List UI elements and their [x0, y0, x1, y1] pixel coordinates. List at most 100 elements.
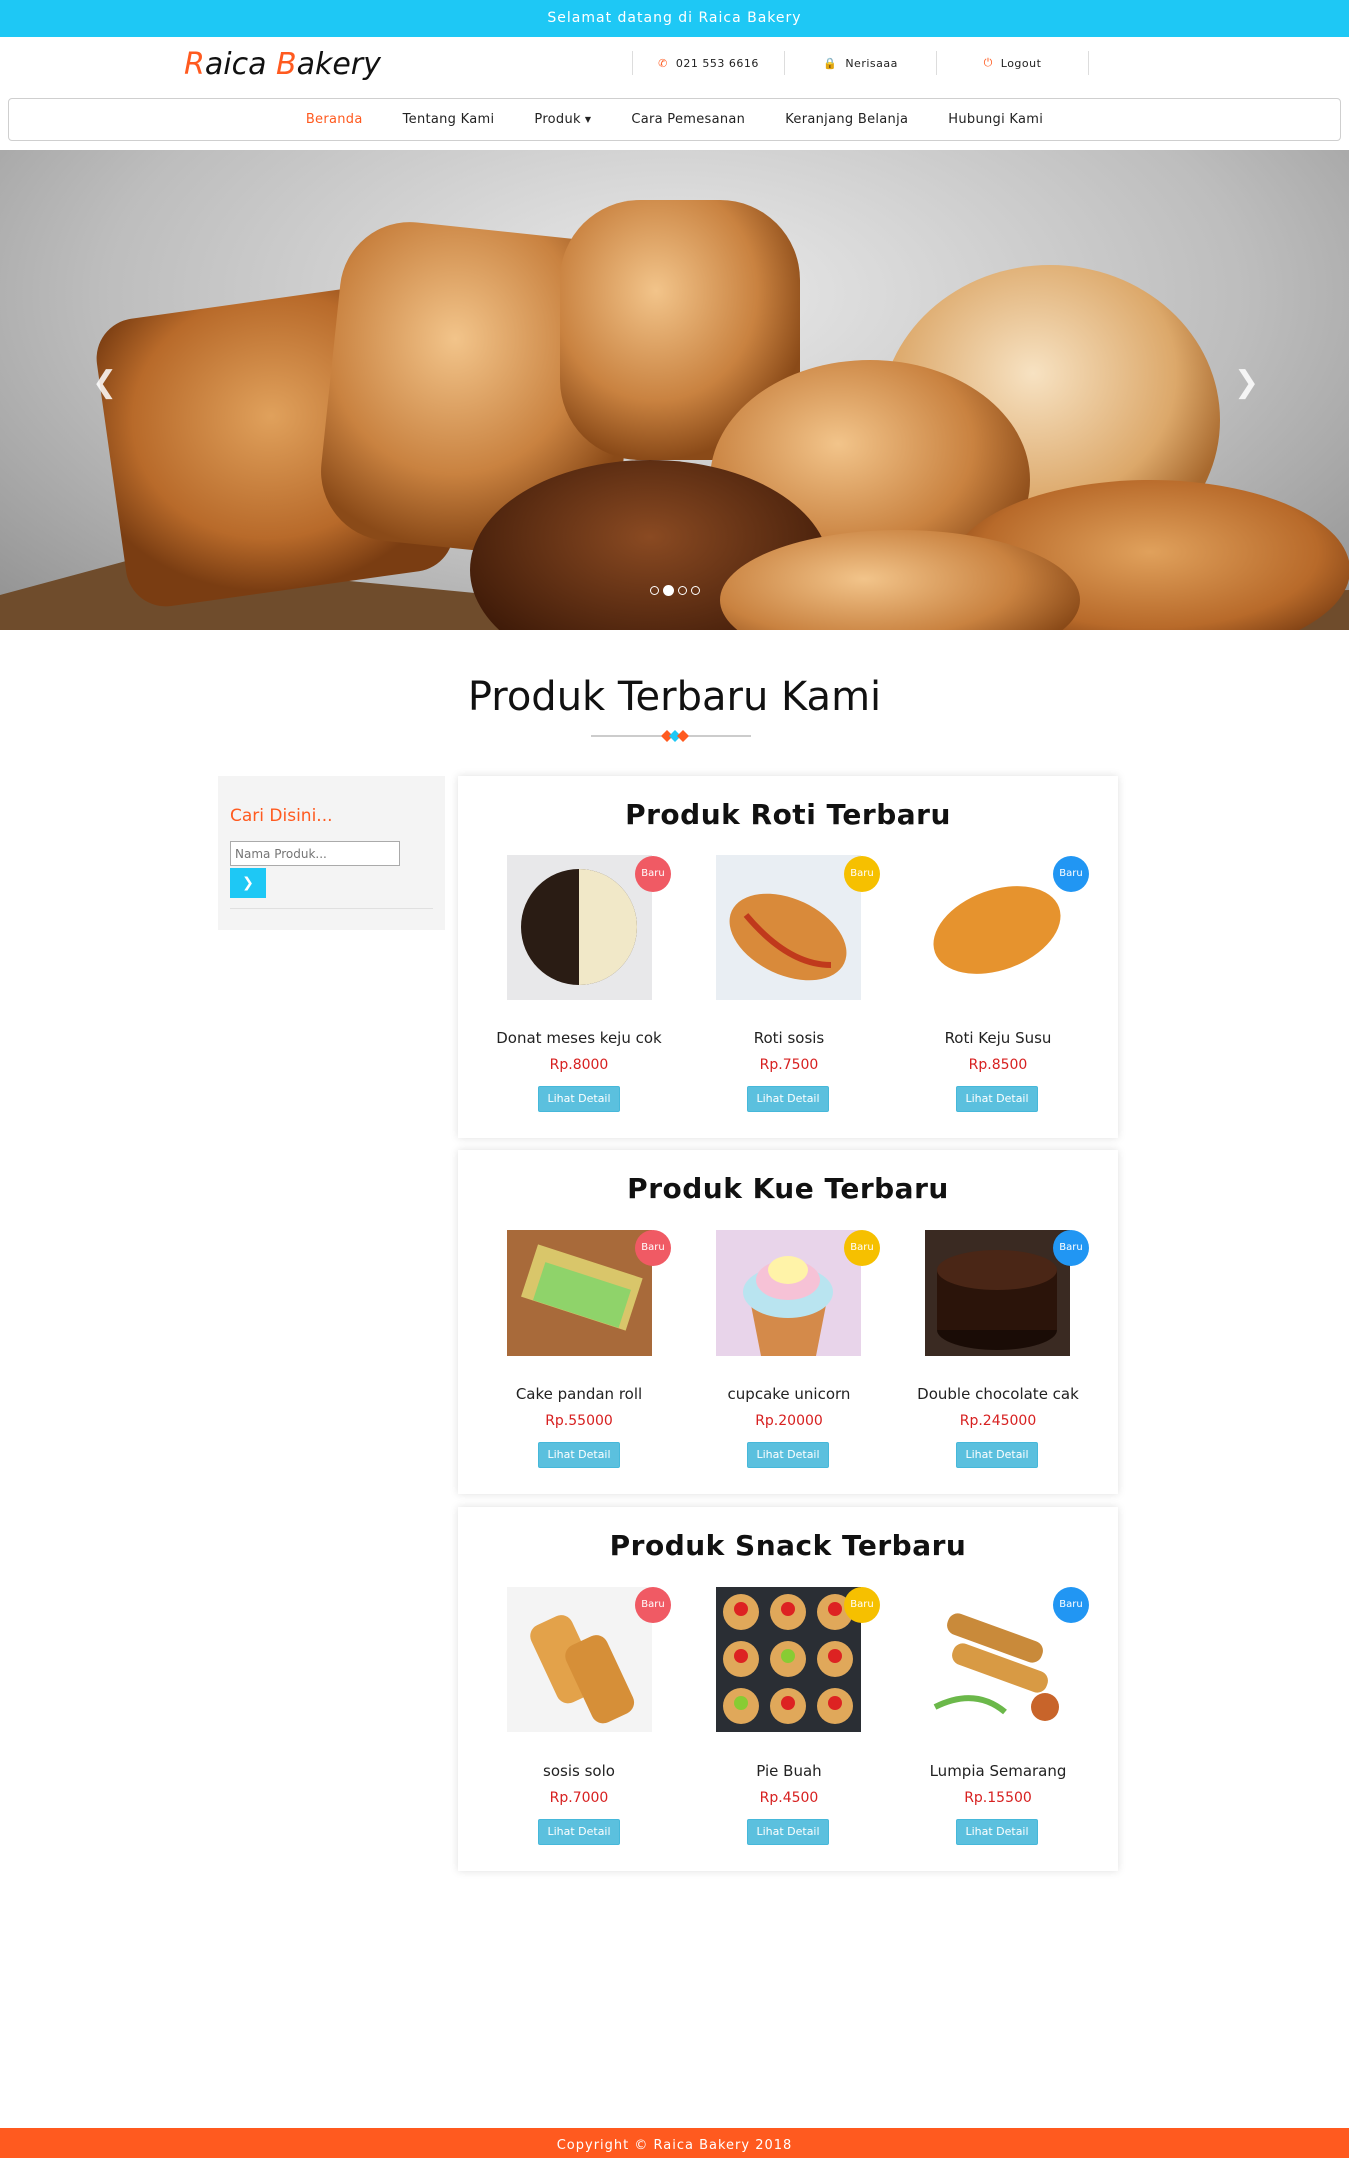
detail-button[interactable]: Lihat Detail: [538, 1819, 620, 1845]
nav-label: Keranjang Belanja: [785, 112, 909, 127]
nav-item-produk[interactable]: Produk ▼: [534, 112, 591, 127]
carousel-dot[interactable]: [678, 586, 687, 595]
nav-item-hubungi-kami[interactable]: Hubungi Kami: [948, 112, 1043, 127]
product-name: Cake pandan roll: [515, 1385, 643, 1403]
section-title: Produk Terbaru Kami: [467, 674, 882, 720]
detail-button[interactable]: Lihat Detail: [747, 1819, 829, 1845]
logo-text-aica: aica: [204, 47, 276, 82]
logout-link[interactable]: ⏻ Logout: [936, 51, 1089, 75]
product-name: Pie Buah: [756, 1762, 822, 1780]
badge-new: Baru: [635, 1230, 671, 1266]
carousel-dot[interactable]: [691, 586, 700, 595]
search-title: Cari Disini...: [230, 806, 333, 826]
detail-button[interactable]: Lihat Detail: [956, 1086, 1038, 1112]
logout-label: Logout: [1000, 56, 1042, 70]
product-image[interactable]: [925, 855, 1070, 1000]
detail-button[interactable]: Lihat Detail: [956, 1819, 1038, 1845]
product-price: Rp.7000: [549, 1790, 609, 1806]
carousel-prev-icon[interactable]: ❮: [92, 365, 117, 400]
badge-new: Baru: [844, 1587, 880, 1623]
detail-button[interactable]: Lihat Detail: [538, 1086, 620, 1112]
card-kue: Produk Kue Terbaru Baru Cake pandan roll…: [458, 1150, 1118, 1494]
logo[interactable]: Raica Bakery: [184, 47, 381, 82]
nav-item-cara-pemesanan[interactable]: Cara Pemesanan: [631, 112, 745, 127]
nav-item-tentang-kami[interactable]: Tentang Kami: [403, 112, 495, 127]
product-name: cupcake unicorn: [727, 1385, 851, 1403]
power-icon: ⏻: [983, 56, 993, 69]
copyright-text: Copyright © Raica Bakery 2018: [556, 2138, 793, 2153]
nav-label: Produk: [534, 112, 581, 127]
carousel-indicators: [650, 585, 700, 596]
badge-new: Baru: [1053, 856, 1089, 892]
welcome-text: Selamat datang di Raica Bakery: [547, 10, 802, 26]
nav-item-keranjang-belanja[interactable]: Keranjang Belanja: [785, 112, 908, 127]
carousel-next-icon[interactable]: ❯: [1234, 365, 1259, 400]
phone-icon: ✆: [658, 56, 668, 70]
product-image[interactable]: [716, 1587, 861, 1732]
hero-carousel: ❮ ❯: [0, 150, 1349, 630]
product-price: Rp.15500: [964, 1790, 1032, 1806]
chevron-right-icon: ❯: [242, 875, 254, 891]
product-name: Roti Keju Susu: [944, 1029, 1052, 1047]
card-title: Produk Snack Terbaru: [609, 1529, 967, 1562]
logo-letter-b: B: [276, 47, 297, 82]
logo-text-akery: akery: [296, 47, 381, 82]
badge-new: Baru: [844, 1230, 880, 1266]
nav-label: Hubungi Kami: [948, 112, 1044, 127]
account-link[interactable]: 🔒 Nerisaaa: [784, 51, 936, 75]
product-price: Rp.4500: [759, 1790, 819, 1806]
badge-new: Baru: [1053, 1230, 1089, 1266]
lock-icon: 🔒: [823, 56, 838, 70]
bread-image: [0, 200, 1349, 630]
product-price: Rp.7500: [759, 1057, 819, 1073]
card-snack: Produk Snack Terbaru Baru sosis solo Rp.…: [458, 1507, 1118, 1871]
carousel-dot-active[interactable]: [663, 585, 674, 596]
product-price: Rp.20000: [755, 1413, 823, 1429]
product-image[interactable]: [716, 1230, 861, 1356]
badge-new: Baru: [635, 1587, 671, 1623]
main-nav: Beranda Tentang Kami Produk ▼ Cara Pemesa…: [8, 98, 1341, 141]
search-button[interactable]: ❯: [230, 868, 266, 898]
product-image[interactable]: [716, 855, 861, 1000]
account-name: Nerisaaa: [845, 56, 898, 70]
search-sidebar: Cari Disini... ❯: [218, 776, 445, 930]
product-name: Lumpia Semarang: [929, 1762, 1067, 1780]
card-roti: Produk Roti Terbaru Baru Donat meses kej…: [458, 776, 1118, 1138]
product-name: sosis solo: [543, 1762, 615, 1780]
footer: Copyright © Raica Bakery 2018: [0, 2128, 1349, 2158]
product-image[interactable]: [507, 1230, 652, 1356]
sidebar-divider: [230, 908, 433, 909]
product-image[interactable]: [507, 855, 652, 1000]
detail-button[interactable]: Lihat Detail: [747, 1086, 829, 1112]
product-price: Rp.55000: [545, 1413, 613, 1429]
card-title: Produk Roti Terbaru: [625, 798, 951, 831]
detail-button[interactable]: Lihat Detail: [538, 1442, 620, 1468]
product-price: Rp.8000: [549, 1057, 609, 1073]
nav-label: Cara Pemesanan: [631, 112, 746, 127]
product-name: Roti sosis: [753, 1029, 825, 1047]
title-divider: [591, 730, 751, 742]
header-links: ✆ 021 553 6616 🔒 Nerisaaa ⏻ Logout: [632, 51, 1089, 75]
nav-item-beranda[interactable]: Beranda: [306, 112, 363, 127]
product-image[interactable]: [925, 1230, 1070, 1356]
header: Raica Bakery ✆ 021 553 6616 🔒 Nerisaaa ⏻ Lo…: [0, 37, 1349, 97]
product-price: Rp.8500: [968, 1057, 1028, 1073]
card-title: Produk Kue Terbaru: [627, 1172, 949, 1205]
detail-button[interactable]: Lihat Detail: [747, 1442, 829, 1468]
nav-label: Tentang Kami: [402, 112, 495, 127]
nav-label: Beranda: [305, 112, 363, 127]
welcome-bar: Selamat datang di Raica Bakery: [0, 0, 1349, 37]
carousel-dot[interactable]: [650, 586, 659, 595]
badge-new: Baru: [844, 856, 880, 892]
badge-new: Baru: [635, 856, 671, 892]
product-price: Rp.245000: [959, 1413, 1037, 1429]
product-name: Double chocolate cak: [917, 1385, 1079, 1403]
detail-button[interactable]: Lihat Detail: [956, 1442, 1038, 1468]
product-image[interactable]: [507, 1587, 652, 1732]
search-input[interactable]: [230, 841, 400, 866]
badge-new: Baru: [1053, 1587, 1089, 1623]
product-name: Donat meses keju cok: [496, 1029, 662, 1047]
product-image[interactable]: [925, 1587, 1070, 1732]
phone-number: 021 553 6616: [675, 56, 759, 70]
phone-link[interactable]: ✆ 021 553 6616: [632, 51, 784, 75]
